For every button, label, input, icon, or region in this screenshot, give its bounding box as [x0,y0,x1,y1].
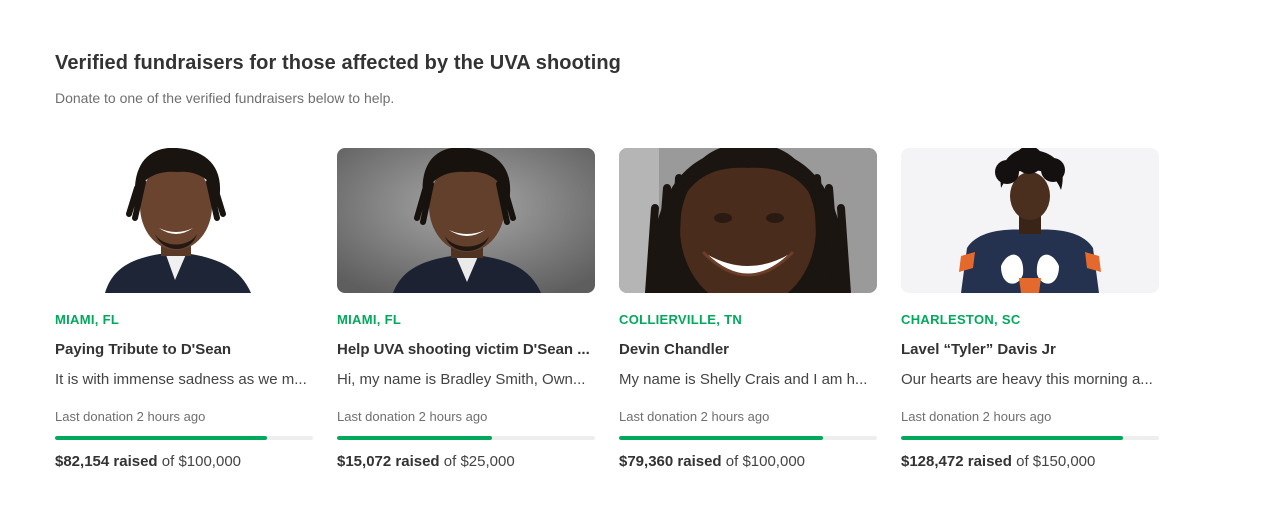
fundraiser-title[interactable]: Help UVA shooting victim D'Sean ... [337,341,595,359]
progress-bar [901,436,1159,440]
fundraiser-description: Hi, my name is Bradley Smith, Own... [337,371,586,388]
fundraiser-photo[interactable] [619,148,877,293]
raised-amount: $79,360 raised [619,453,722,470]
goal-amount: of $150,000 [1016,453,1096,470]
fundraiser-title[interactable]: Paying Tribute to D'Sean [55,341,313,359]
fundraiser-photo[interactable] [901,148,1159,293]
fundraiser-title[interactable]: Devin Chandler [619,341,877,359]
fundraiser-description: Our hearts are heavy this morning a... [901,371,1153,388]
fundraiser-location: CHARLESTON, SC [901,312,1021,327]
raised-amount: $15,072 raised [337,453,440,470]
last-donation-text: Last donation 2 hours ago [901,409,1052,424]
fundraiser-photo[interactable] [337,148,595,293]
last-donation-text: Last donation 2 hours ago [337,409,488,424]
raised-amount: $128,472 raised [901,453,1012,470]
amount-raised: $82,154 raised of $100,000 [55,453,313,470]
goal-amount: of $100,000 [161,453,242,470]
portrait-photo [337,148,595,293]
fundraiser-card[interactable]: MIAMI, FL Help UVA shooting victim D'Sea… [337,148,595,470]
fundraiser-location: MIAMI, FL [337,312,402,327]
fundraiser-location: MIAMI, FL [55,312,120,327]
progress-fill [55,436,267,440]
fundraiser-cards: MIAMI, FL Paying Tribute to D'Sean It is… [55,148,1159,470]
goal-amount: of $25,000 [443,453,515,470]
fundraiser-card[interactable]: MIAMI, FL Paying Tribute to D'Sean It is… [55,148,313,470]
progress-bar [337,436,595,440]
progress-bar [619,436,877,440]
goal-amount: of $100,000 [725,453,806,470]
fundraiser-title[interactable]: Lavel “Tyler” Davis Jr [901,341,1159,359]
fundraisers-section: Verified fundraisers for those affected … [0,0,1280,520]
last-donation-text: Last donation 2 hours ago [55,409,206,424]
portrait-photo [55,148,313,293]
fundraiser-location: COLLIERVILLE, TN [619,312,743,327]
portrait-photo [901,148,1159,293]
amount-raised: $15,072 raised of $25,000 [337,453,595,470]
amount-raised: $79,360 raised of $100,000 [619,453,877,470]
progress-bar [55,436,313,440]
fundraiser-description: My name is Shelly Crais and I am h... [619,371,868,388]
section-title: Verified fundraisers for those affected … [55,52,621,74]
fundraiser-photo[interactable] [55,148,313,293]
progress-fill [337,436,492,440]
portrait-photo [619,148,877,293]
amount-raised: $128,472 raised of $150,000 [901,453,1159,470]
fundraiser-card[interactable]: COLLIERVILLE, TN Devin Chandler My name … [619,148,877,470]
raised-amount: $82,154 raised [55,453,158,470]
fundraiser-description: It is with immense sadness as we m... [55,371,307,388]
progress-fill [901,436,1123,440]
section-subtitle: Donate to one of the verified fundraiser… [55,90,395,106]
fundraiser-card[interactable]: CHARLESTON, SC Lavel “Tyler” Davis Jr Ou… [901,148,1159,470]
progress-fill [619,436,823,440]
last-donation-text: Last donation 2 hours ago [619,409,770,424]
